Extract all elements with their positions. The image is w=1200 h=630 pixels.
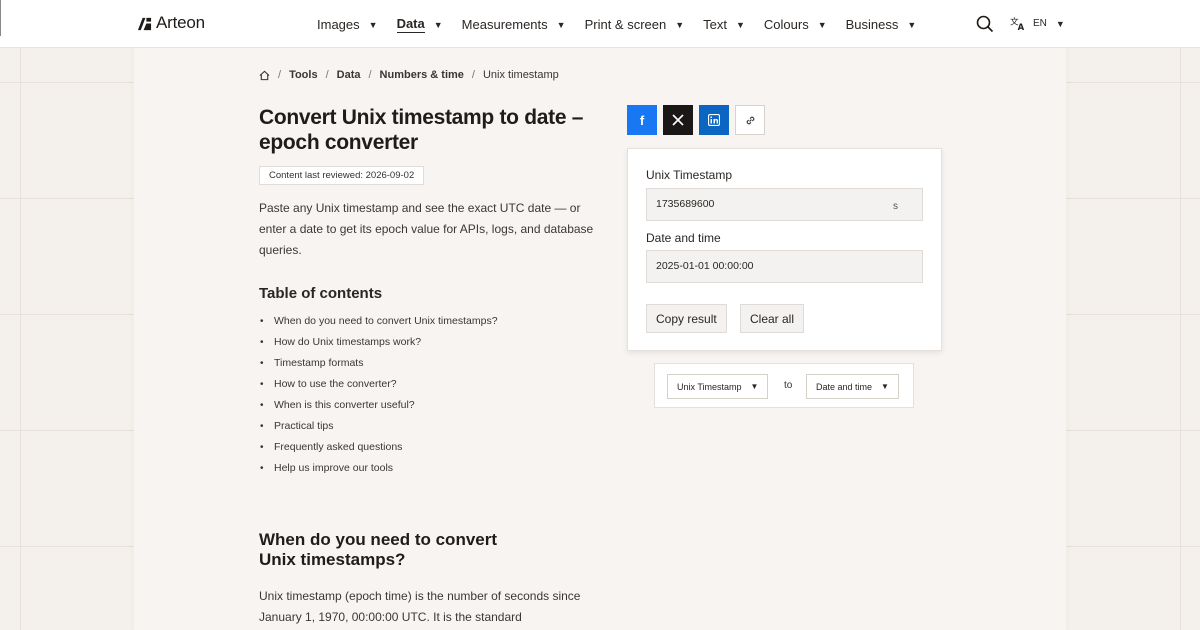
nav-label: Print & screen [584,17,667,32]
copy-link-button[interactable] [735,105,765,135]
main-nav: Images ▼ Data ▼ Measurements ▼ Print & s… [317,16,935,33]
caret-down-icon: ▼ [433,19,443,30]
breadcrumb-numbers-time[interactable]: Numbers & time [380,69,464,81]
nav-label: Images [317,17,360,32]
nav-label: Business [845,17,899,32]
timestamp-value: 1735689600 [656,198,715,210]
converter-panel: Unix Timestamp 1735689600 s Date and tim… [627,148,942,351]
top-navigation: Arteon Images ▼ Data ▼ Measurements ▼ Pr… [0,0,1200,48]
conversion-selector: Unix Timestamp ▼ to Date and time ▼ [654,363,914,408]
brand-logo[interactable]: Arteon [137,13,205,33]
nav-item-measurements[interactable]: Measurements ▼ [462,16,566,33]
breadcrumb-separator: / [278,69,282,81]
share-linkedin-button[interactable] [699,105,729,135]
caret-down-icon: ▼ [1055,18,1065,29]
language-code: EN [1033,18,1047,29]
translate-icon: 文 A [1010,16,1025,31]
language-selector[interactable]: 文 A EN ▼ [1010,16,1065,31]
section-heading: When do you need to convert Unix timesta… [259,530,498,569]
breadcrumb-separator: / [471,69,475,81]
breadcrumb-data[interactable]: Data [337,69,361,81]
x-icon [672,114,684,126]
toc-item[interactable]: How to use the converter? [259,374,498,395]
home-icon[interactable] [259,70,270,81]
toc-title: Table of contents [259,285,383,302]
nav-label: Colours [763,17,809,32]
nav-item-images[interactable]: Images ▼ [317,16,378,33]
link-icon [746,116,754,124]
to-unit-value: Date and time [816,381,873,392]
toc-item[interactable]: Help us improve our tools [259,458,498,479]
search-icon [976,15,994,33]
search-button[interactable] [976,15,994,33]
caret-down-icon: ▼ [736,19,745,30]
svg-text:A: A [1018,22,1025,31]
main-content: / Tools / Data / Numbers & time / Unix t… [134,48,1066,630]
to-unit-select[interactable]: Date and time ▼ [806,374,899,399]
date-label: Date and time [646,231,721,245]
breadcrumb-tools[interactable]: Tools [289,69,318,81]
to-label: to [784,380,793,391]
toc-item[interactable]: Timestamp formats [259,353,498,374]
section-body: Unix timestamp (epoch time) is the numbe… [259,589,581,624]
caret-down-icon: ▼ [881,382,889,391]
nav-item-colours[interactable]: Colours ▼ [764,16,827,33]
caret-down-icon: ▼ [750,382,759,391]
copy-result-button[interactable]: Copy result [646,304,727,333]
nav-item-text[interactable]: Text ▼ [703,16,745,33]
reviewed-badge: Content last reviewed: 2026-09-02 [259,166,425,185]
breadcrumb: / Tools / Data / Numbers & time / Unix t… [259,69,559,81]
timestamp-label: Unix Timestamp [646,168,733,182]
toc-item[interactable]: When is this converter useful? [259,395,498,416]
brand-name: Arteon [156,13,205,32]
facebook-icon: f [639,112,645,128]
caret-down-icon: ▼ [817,19,827,30]
toc-item[interactable]: When do you need to convert Unix timesta… [259,311,498,332]
timestamp-unit: s [893,201,898,212]
table-of-contents: When do you need to convert Unix timesta… [259,311,498,479]
share-buttons: f [627,105,765,135]
toc-item[interactable]: How do Unix timestamps work? [259,332,498,353]
nav-label: Data [396,16,425,33]
breadcrumb-current: Unix timestamp [482,69,559,81]
nav-item-print-screen[interactable]: Print & screen ▼ [585,16,685,33]
timestamp-input[interactable]: 1735689600 s [646,188,923,221]
breadcrumb-separator: / [325,69,329,81]
clear-all-button[interactable]: Clear all [740,304,805,333]
caret-down-icon: ▼ [907,19,917,30]
intro-text: Paste any Unix timestamp and see the exa… [259,201,594,257]
date-value: 2025-01-01 00:00:00 [656,260,754,272]
toc-item[interactable]: Practical tips [259,416,498,437]
from-unit-value: Unix Timestamp [677,381,742,392]
nav-label: Text [703,17,727,32]
share-x-button[interactable] [663,105,693,135]
share-facebook-button[interactable]: f [627,105,657,135]
nav-item-data[interactable]: Data ▼ [396,16,443,33]
caret-down-icon: ▼ [368,19,378,30]
window-edge [0,0,1,36]
nav-label: Measurements [461,17,548,32]
date-input[interactable]: 2025-01-01 00:00:00 [646,250,923,283]
caret-down-icon: ▼ [556,19,566,30]
page-title: Convert Unix timestamp to date – epoch c… [259,106,584,154]
arteon-logo-icon [137,17,152,30]
caret-down-icon: ▼ [675,19,685,30]
linkedin-icon [708,114,720,126]
toc-item[interactable]: Frequently asked questions [259,437,498,458]
breadcrumb-separator: / [368,69,372,81]
from-unit-select[interactable]: Unix Timestamp ▼ [667,374,769,399]
nav-item-business[interactable]: Business ▼ [846,16,917,33]
